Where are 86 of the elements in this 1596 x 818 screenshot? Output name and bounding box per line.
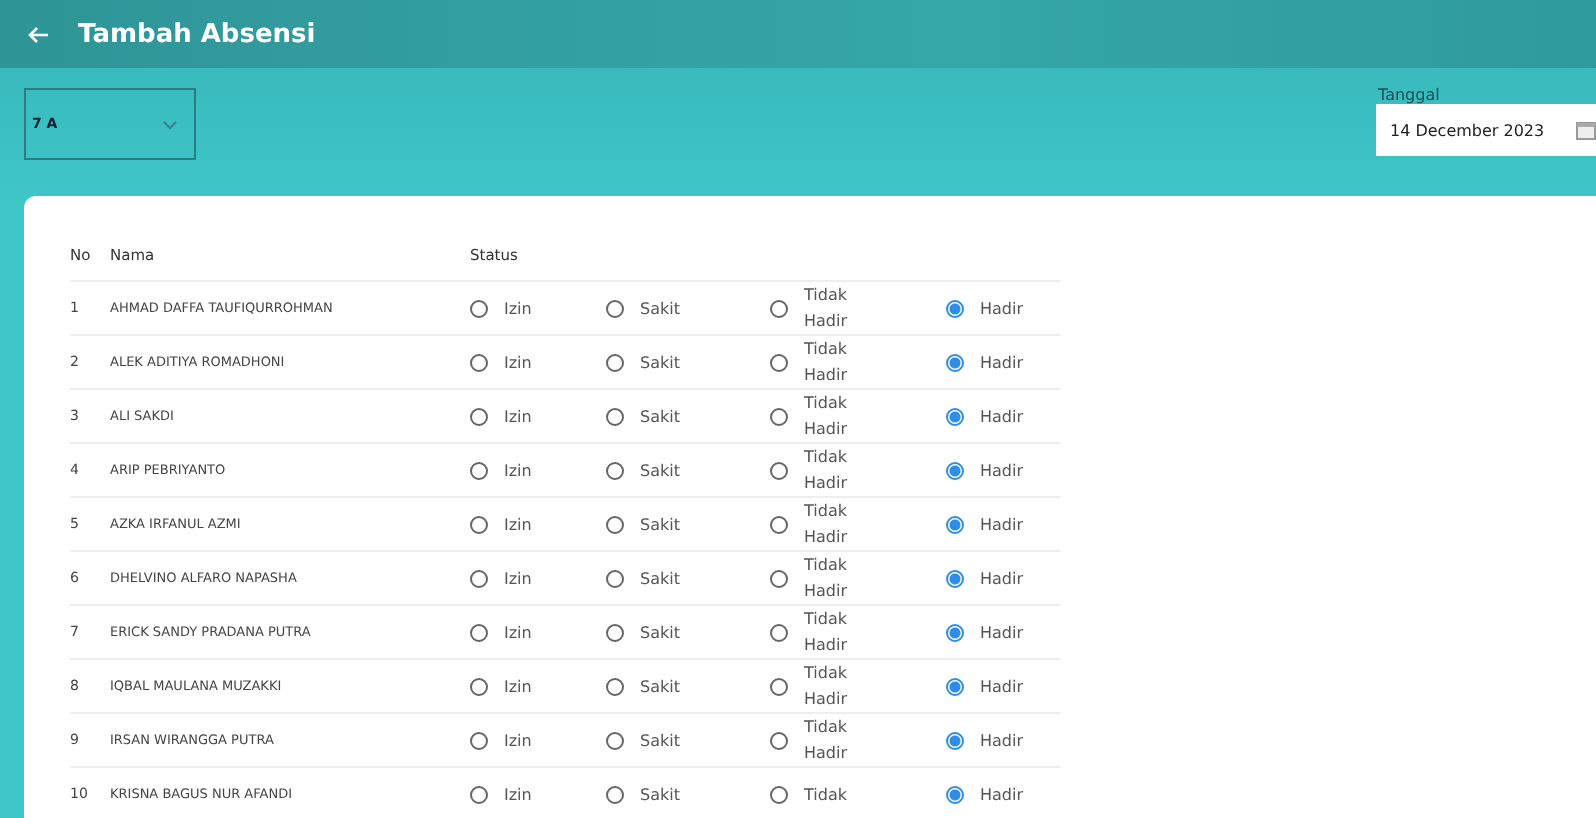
radio-button[interactable] (770, 623, 788, 641)
radio-button[interactable] (946, 299, 964, 317)
option-label: Hadir (980, 783, 1024, 807)
radio-button[interactable] (946, 407, 964, 425)
radio-button[interactable] (606, 407, 624, 425)
radio-button[interactable] (470, 353, 488, 371)
option-label: Tidak Hadir (804, 716, 850, 766)
option-label: Sakit (640, 459, 680, 483)
option-label: Sakit (640, 567, 680, 591)
radio-button[interactable] (770, 299, 788, 317)
radio-button[interactable] (946, 461, 964, 479)
calendar-icon (1576, 120, 1596, 140)
option-label: Hadir (980, 459, 1024, 483)
option-label: Izin (504, 567, 532, 591)
option-label: Sakit (640, 783, 680, 807)
radio-button[interactable] (470, 515, 488, 533)
radio-button[interactable] (470, 299, 488, 317)
chevron-down-icon (162, 119, 178, 129)
option-label: Sakit (640, 405, 680, 429)
date-field[interactable]: 14 December 2023 (1376, 104, 1596, 156)
option-label: Sakit (640, 675, 680, 699)
radio-button[interactable] (770, 461, 788, 479)
radio-button[interactable] (770, 677, 788, 695)
option-label: Izin (504, 405, 532, 429)
option-label: Hadir (980, 351, 1024, 375)
radio-button[interactable] (606, 515, 624, 533)
radio-button[interactable] (606, 569, 624, 587)
option-label: Hadir (980, 675, 1024, 699)
radio-button[interactable] (946, 785, 964, 803)
option-label: Izin (504, 459, 532, 483)
option-label: Sakit (640, 351, 680, 375)
option-label: Hadir (980, 729, 1024, 753)
option-label: Tidak Hadir (804, 662, 850, 712)
option-label: Hadir (980, 567, 1024, 591)
radio-button[interactable] (470, 407, 488, 425)
option-label: Izin (504, 297, 532, 321)
option-label: Sakit (640, 621, 680, 645)
radio-button[interactable] (606, 731, 624, 749)
option-label: Izin (504, 621, 532, 645)
option-label: Tidak (804, 783, 849, 807)
option-label: Izin (504, 783, 532, 807)
option-label: Izin (504, 513, 532, 537)
radio-button[interactable] (946, 677, 964, 695)
radio-button[interactable] (770, 353, 788, 371)
option-label: Izin (504, 351, 532, 375)
radio-button[interactable] (770, 569, 788, 587)
option-label: Tidak Hadir (804, 338, 850, 388)
date-label: Tanggal (1378, 86, 1442, 104)
option-label: Hadir (980, 297, 1024, 321)
option-label: Tidak Hadir (804, 608, 850, 658)
option-label: Tidak Hadir (804, 284, 850, 334)
option-label: Izin (504, 729, 532, 753)
option-label: Izin (504, 675, 532, 699)
radio-button[interactable] (470, 785, 488, 803)
radio-button[interactable] (470, 731, 488, 749)
radio-button[interactable] (470, 569, 488, 587)
radio-button[interactable] (606, 623, 624, 641)
radio-button[interactable] (946, 569, 964, 587)
radio-button[interactable] (770, 515, 788, 533)
option-label: Sakit (640, 513, 680, 537)
radio-button[interactable] (770, 731, 788, 749)
radio-button[interactable] (606, 299, 624, 317)
radio-button[interactable] (770, 785, 788, 803)
radio-button[interactable] (946, 353, 964, 371)
radio-button[interactable] (470, 461, 488, 479)
radio-button[interactable] (606, 677, 624, 695)
option-label: Hadir (980, 405, 1024, 429)
back-icon[interactable] (28, 25, 50, 43)
page-title: Tambah Absensi (78, 19, 316, 49)
radio-button[interactable] (770, 407, 788, 425)
radio-button[interactable] (946, 623, 964, 641)
option-label: Tidak Hadir (804, 554, 850, 604)
radio-button[interactable] (946, 731, 964, 749)
radio-button[interactable] (470, 623, 488, 641)
radio-button[interactable] (470, 677, 488, 695)
radio-button[interactable] (606, 461, 624, 479)
radio-button[interactable] (606, 785, 624, 803)
radio-button[interactable] (946, 515, 964, 533)
option-label: Hadir (980, 513, 1024, 537)
option-label: Hadir (980, 621, 1024, 645)
option-label: Sakit (640, 729, 680, 753)
option-label: Tidak Hadir (804, 392, 850, 442)
radio-button[interactable] (606, 353, 624, 371)
option-label: Sakit (640, 297, 680, 321)
option-label: Tidak Hadir (804, 500, 850, 550)
option-label: Tidak Hadir (804, 446, 850, 496)
